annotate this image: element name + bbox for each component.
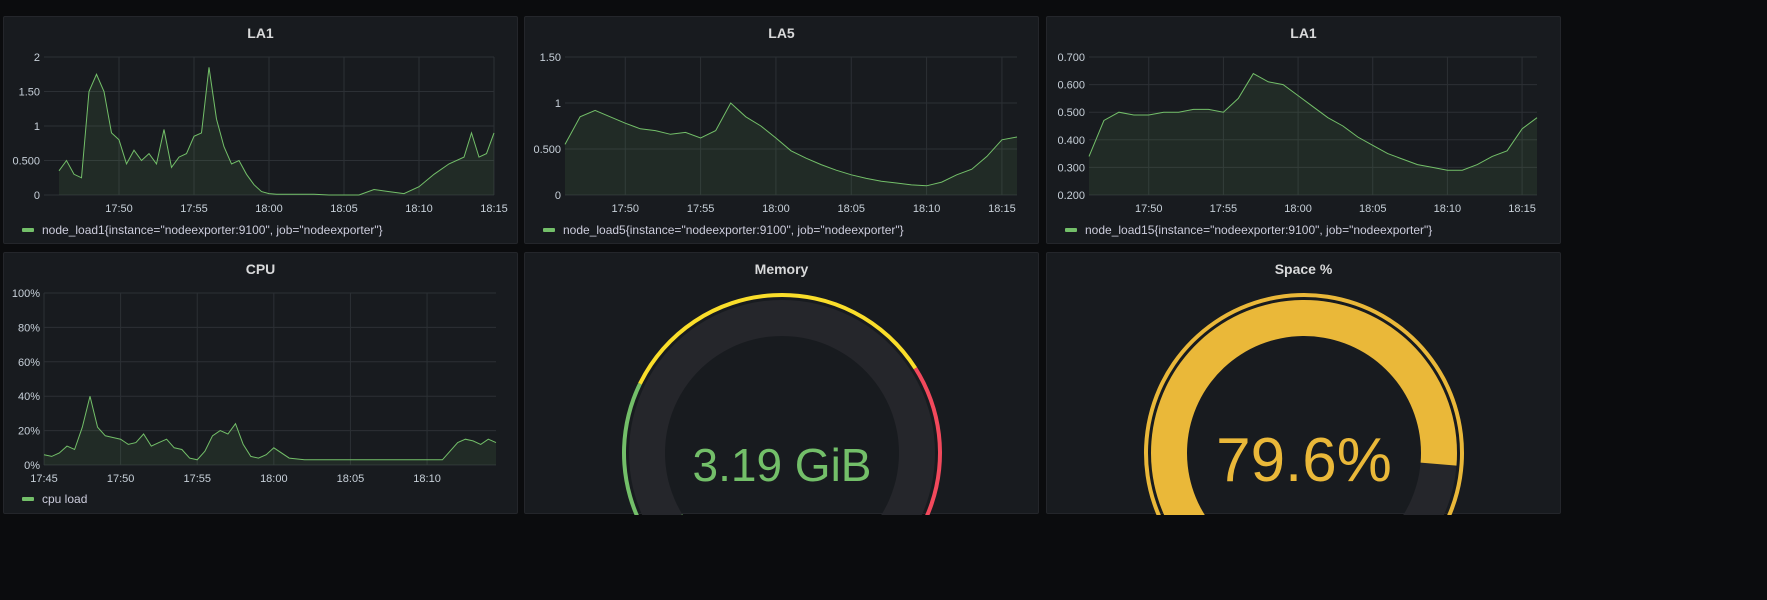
- y-tick-label: 0: [555, 190, 561, 202]
- y-tick-label: 1.50: [540, 52, 561, 64]
- series-color-swatch: [1065, 228, 1077, 232]
- x-tick-label: 18:10: [913, 203, 941, 215]
- series-color-swatch: [543, 228, 555, 232]
- x-tick-label: 18:10: [1434, 203, 1462, 215]
- y-tick-label: 0.500: [1057, 107, 1085, 119]
- x-tick-label: 18:05: [838, 203, 866, 215]
- x-tick-label: 18:00: [260, 473, 288, 485]
- x-tick-label: 17:45: [30, 473, 58, 485]
- x-tick-label: 17:50: [612, 203, 640, 215]
- panel-cpu: CPU 0% 20% 40% 60% 80% 100% 17:45 17:50 17:55 18:…: [3, 252, 518, 514]
- x-tick-label: 18:10: [413, 473, 441, 485]
- y-tick-label: 100%: [12, 288, 40, 300]
- cpu-chart: 0% 20% 40% 60% 80% 100% 17:45 17:50 17:55 18:00 18…: [12, 288, 497, 485]
- y-tick-label: 0.200: [1057, 190, 1085, 202]
- y-tick-label: 1: [34, 121, 40, 133]
- y-tick-label: 0.500: [12, 156, 40, 168]
- legend-label[interactable]: node_load15{instance="nodeexporter:9100"…: [1085, 223, 1432, 237]
- x-tick-label: 17:55: [1210, 203, 1238, 215]
- x-tick-label: 18:15: [1508, 203, 1536, 215]
- y-tick-label: 1: [555, 98, 561, 110]
- x-tick-label: 17:55: [183, 473, 211, 485]
- x-tick-label: 18:00: [1284, 203, 1312, 215]
- y-tick-label: 0.700: [1057, 52, 1085, 64]
- legend-label[interactable]: node_load5{instance="nodeexporter:9100",…: [563, 223, 904, 237]
- legend-item[interactable]: node_load15{instance="nodeexporter:9100"…: [1065, 223, 1432, 237]
- series-color-swatch: [22, 228, 34, 232]
- y-tick-label: 2: [34, 52, 40, 64]
- gauge-value-text: 79.6%: [1216, 426, 1392, 495]
- x-tick-label: 18:05: [337, 473, 365, 485]
- legend-item[interactable]: node_load1{instance="nodeexporter:9100",…: [22, 223, 383, 237]
- memory-gauge: 3.19 GiB: [622, 293, 942, 515]
- x-tick-label: 18:05: [330, 203, 358, 215]
- space-gauge: 79.6%: [1144, 293, 1464, 515]
- y-tick-label: 0: [34, 190, 40, 202]
- x-tick-label: 18:00: [255, 203, 283, 215]
- y-tick-label: 80%: [18, 322, 40, 334]
- y-tick-label: 0.500: [533, 144, 561, 156]
- gauge-value-text: 3.19 GiB: [693, 439, 872, 491]
- y-tick-label: 0.300: [1057, 162, 1085, 174]
- series-area: [59, 67, 494, 195]
- x-tick-label: 18:15: [988, 203, 1016, 215]
- y-tick-label: 20%: [18, 426, 40, 438]
- x-tick-label: 17:50: [1135, 203, 1163, 215]
- y-tick-label: 60%: [18, 357, 40, 369]
- legend-item[interactable]: cpu load: [22, 492, 87, 506]
- x-tick-label: 17:50: [105, 203, 133, 215]
- panel-la1: LA1 0 0.500 1 1.50 2 17:50 17:55 18:00 18:05 18:1…: [3, 16, 518, 244]
- y-tick-label: 0.600: [1057, 80, 1085, 92]
- x-tick-label: 17:55: [180, 203, 208, 215]
- x-tick-label: 18:00: [762, 203, 790, 215]
- x-tick-label: 17:50: [107, 473, 135, 485]
- legend-item[interactable]: node_load5{instance="nodeexporter:9100",…: [543, 223, 904, 237]
- x-tick-label: 18:15: [480, 203, 508, 215]
- series-area: [1089, 73, 1537, 195]
- series-color-swatch: [22, 497, 34, 501]
- legend-label[interactable]: cpu load: [42, 492, 87, 506]
- legend-label[interactable]: node_load1{instance="nodeexporter:9100",…: [42, 223, 383, 237]
- panel-space: Space % 79.6%: [1046, 252, 1561, 515]
- panel-memory: Memory 3.19 GiB: [524, 252, 1039, 515]
- la15-chart: 0.200 0.300 0.400 0.500 0.600 0.700 17:50 17:55…: [1057, 52, 1538, 215]
- la1-chart: 0 0.500 1 1.50 2 17:50 17:55 18:00 18:05 18:10 18:…: [12, 52, 508, 215]
- panel-la5: LA5 0 0.500 1 1.50 17:50 17:55 18:00 18:05 18:10…: [524, 16, 1039, 244]
- x-tick-label: 18:10: [405, 203, 433, 215]
- x-tick-label: 17:55: [687, 203, 715, 215]
- y-tick-label: 40%: [18, 391, 40, 403]
- la5-chart: 0 0.500 1 1.50 17:50 17:55 18:00 18:05 18:10 18:1…: [533, 52, 1018, 215]
- x-tick-label: 18:05: [1359, 203, 1387, 215]
- y-tick-label: 0.400: [1057, 135, 1085, 147]
- y-tick-label: 1.50: [19, 87, 40, 99]
- panel-la15: LA1 0.200 0.300 0.400 0.500 0.600 0.700 17:50 1…: [1046, 16, 1561, 244]
- y-tick-label: 0%: [24, 460, 40, 472]
